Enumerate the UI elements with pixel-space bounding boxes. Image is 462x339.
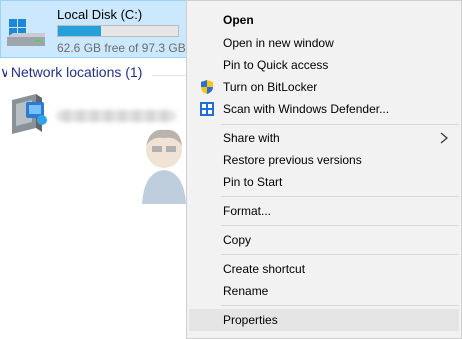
drive-free-space: 62.6 GB free of 97.3 GB (57, 41, 186, 55)
menu-separator (221, 124, 459, 125)
menu-separator (221, 254, 459, 255)
menu-item-scan-defender[interactable]: Scan with Windows Defender... (189, 98, 459, 120)
submenu-arrow-icon (440, 132, 448, 144)
menu-item-rename[interactable]: Rename (189, 280, 459, 302)
menu-separator (221, 225, 459, 226)
collapse-chevron-icon: ∨ (0, 64, 7, 80)
windows-defender-icon (200, 102, 214, 116)
menu-item-pin-quick-access[interactable]: Pin to Quick access (189, 54, 459, 76)
menu-item-open[interactable]: Open (189, 9, 459, 31)
watermark-mascot-icon (142, 129, 186, 204)
uac-shield-icon (201, 80, 213, 94)
drive-usage-bar (57, 25, 179, 37)
menu-item-restore-previous-versions[interactable]: Restore previous versions (189, 149, 459, 171)
menu-separator (221, 196, 459, 197)
menu-item-properties[interactable]: Properties (189, 309, 459, 331)
network-locations-label: Network locations (1) (10, 64, 143, 80)
section-divider (152, 75, 186, 76)
network-location-name-blurred (56, 110, 176, 122)
network-drive-icon[interactable] (6, 92, 50, 136)
menu-item-pin-to-start[interactable]: Pin to Start (189, 171, 459, 193)
context-menu: Open Open in new window Pin to Quick acc… (186, 0, 462, 339)
menu-item-share-with[interactable]: Share with (189, 127, 459, 149)
menu-item-copy[interactable]: Copy (189, 229, 459, 251)
menu-item-create-shortcut[interactable]: Create shortcut (189, 258, 459, 280)
menu-item-open-new-window[interactable]: Open in new window (189, 32, 459, 54)
hard-drive-icon (7, 19, 45, 46)
menu-item-turn-on-bitlocker[interactable]: Turn on BitLocker (189, 76, 459, 98)
menu-separator (221, 305, 459, 306)
drive-name: Local Disk (C:) (57, 7, 143, 22)
local-disk-c-tile[interactable]: Local Disk (C:) 62.6 GB free of 97.3 GB (0, 0, 190, 58)
drive-usage-fill (58, 26, 101, 36)
network-locations-header[interactable]: ∨ Network locations (1) (0, 64, 188, 84)
menu-item-format[interactable]: Format... (189, 200, 459, 222)
